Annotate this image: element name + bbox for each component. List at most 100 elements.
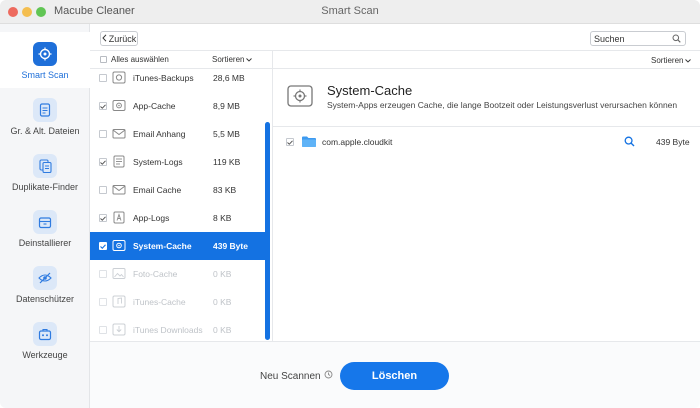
row-size: 0 KB bbox=[213, 325, 232, 335]
row-size: 0 KB bbox=[213, 269, 232, 279]
row-size: 439 Byte bbox=[213, 241, 248, 251]
list-item-system-logs[interactable]: System-Logs 119 KB bbox=[90, 148, 265, 176]
app-log-icon bbox=[112, 211, 126, 224]
mail-icon bbox=[112, 183, 126, 196]
eye-slash-icon bbox=[33, 266, 57, 290]
row-size: 8 KB bbox=[213, 213, 232, 223]
row-size: 8,9 MB bbox=[213, 101, 240, 111]
row-checkbox[interactable] bbox=[99, 270, 107, 278]
detail-description: System-Apps erzeugen Cache, die lange Bo… bbox=[327, 100, 678, 110]
row-checkbox[interactable] bbox=[99, 130, 107, 138]
select-all-label[interactable]: Alles auswählen bbox=[111, 55, 169, 64]
sidebar-item-label: Duplikate-Finder bbox=[11, 182, 79, 192]
row-checkbox[interactable] bbox=[99, 326, 107, 334]
row-size: 28,6 MB bbox=[213, 73, 245, 83]
row-checkbox[interactable] bbox=[99, 242, 107, 250]
search-box[interactable] bbox=[590, 31, 686, 46]
file-row[interactable]: com.apple.cloudkit 439 Byte bbox=[274, 130, 700, 154]
sidebar-item-privacy[interactable]: Datenschützer bbox=[0, 256, 90, 312]
row-size: 119 KB bbox=[213, 157, 241, 167]
row-name: Foto-Cache bbox=[133, 269, 178, 279]
delete-button[interactable]: Löschen bbox=[340, 362, 449, 390]
row-name: iTunes Downloads bbox=[133, 325, 203, 335]
music-icon bbox=[112, 295, 126, 308]
row-checkbox[interactable] bbox=[99, 158, 107, 166]
checkmark-icon bbox=[100, 159, 106, 165]
mail-icon bbox=[112, 127, 126, 140]
row-checkbox[interactable] bbox=[99, 186, 107, 194]
file-size: 439 Byte bbox=[656, 137, 690, 147]
rescan-button[interactable]: Neu Scannen bbox=[260, 370, 333, 382]
select-all-checkbox[interactable] bbox=[100, 56, 107, 63]
search-icon[interactable] bbox=[672, 34, 681, 46]
row-checkbox[interactable] bbox=[99, 102, 107, 110]
search-icon[interactable] bbox=[624, 136, 635, 150]
toolbar-divider bbox=[90, 50, 700, 51]
photo-icon bbox=[112, 267, 126, 280]
sidebar-item-uninstaller[interactable]: Deinstallierer bbox=[0, 200, 90, 256]
toolbox-icon bbox=[33, 322, 57, 346]
chevron-down-icon bbox=[685, 56, 692, 65]
list-item-itunes-backups[interactable]: iTunes-Backups 28,6 MB bbox=[90, 64, 265, 92]
back-button[interactable]: Zurück bbox=[100, 31, 138, 46]
checkmark-icon bbox=[100, 243, 106, 249]
sidebar-item-label: Werkzeuge bbox=[22, 350, 68, 360]
row-name: iTunes-Cache bbox=[133, 297, 186, 307]
sidebar-item-label: Deinstallierer bbox=[18, 238, 72, 248]
sidebar-item-large-old-files[interactable]: Gr. & Alt. Dateien bbox=[0, 88, 90, 144]
sidebar-item-tools[interactable]: Werkzeuge bbox=[0, 312, 90, 368]
detail-divider bbox=[273, 126, 700, 127]
list-item-app-cache[interactable]: App-Cache 8,9 MB bbox=[90, 92, 265, 120]
row-name: Email Cache bbox=[133, 185, 182, 195]
list-item-app-logs[interactable]: App-Logs 8 KB bbox=[90, 204, 265, 232]
list-sort-dropdown[interactable]: Sortieren bbox=[212, 55, 253, 64]
sidebar-item-label: Datenschützer bbox=[15, 294, 75, 304]
app-window: Macube Cleaner Smart Scan Smart Scan Gr.… bbox=[0, 0, 700, 408]
refresh-icon bbox=[324, 370, 333, 382]
target-icon bbox=[33, 42, 57, 66]
list-item-itunes-downloads[interactable]: iTunes Downloads 0 KB bbox=[90, 316, 265, 344]
title-bar: Macube Cleaner Smart Scan bbox=[0, 0, 700, 24]
row-name: Email Anhang bbox=[133, 129, 186, 139]
document-icon bbox=[33, 98, 57, 122]
row-size: 0 KB bbox=[213, 297, 232, 307]
row-checkbox[interactable] bbox=[99, 214, 107, 222]
system-cache-icon bbox=[112, 239, 126, 252]
sidebar-item-smart-scan[interactable]: Smart Scan bbox=[0, 32, 90, 88]
chevron-left-icon bbox=[102, 33, 107, 44]
row-checkbox[interactable] bbox=[99, 74, 107, 82]
row-checkbox[interactable] bbox=[99, 298, 107, 306]
list-item-photo-cache[interactable]: Foto-Cache 0 KB bbox=[90, 260, 265, 288]
detail-sort-label: Sortieren bbox=[651, 56, 684, 65]
row-name: System-Logs bbox=[133, 157, 183, 167]
detail-title: System-Cache bbox=[327, 83, 413, 98]
sidebar-item-duplicate-finder[interactable]: Duplikate-Finder bbox=[0, 144, 90, 200]
download-icon bbox=[112, 323, 126, 336]
list-item-email-attachment[interactable]: Email Anhang 5,5 MB bbox=[90, 120, 265, 148]
system-cache-icon bbox=[287, 84, 313, 108]
detail-sort-dropdown[interactable]: Sortieren bbox=[651, 56, 692, 65]
list-scrollbar[interactable] bbox=[265, 122, 270, 340]
list-item-itunes-cache[interactable]: iTunes-Cache 0 KB bbox=[90, 288, 265, 316]
box-icon bbox=[33, 210, 57, 234]
list-sort-label: Sortieren bbox=[212, 55, 245, 64]
file-checkbox[interactable] bbox=[286, 138, 294, 146]
row-name: App-Logs bbox=[133, 213, 170, 223]
backup-icon bbox=[112, 71, 126, 84]
window-title: Smart Scan bbox=[321, 5, 379, 17]
list-item-email-cache[interactable]: Email Cache 83 KB bbox=[90, 176, 265, 204]
sidebar-item-label: Gr. & Alt. Dateien bbox=[10, 126, 80, 136]
checkmark-icon bbox=[287, 139, 293, 145]
chevron-down-icon bbox=[246, 55, 253, 64]
list-item-system-cache[interactable]: System-Cache 439 Byte bbox=[90, 232, 265, 260]
checkmark-icon bbox=[100, 215, 106, 221]
row-name: System-Cache bbox=[133, 241, 192, 251]
row-name: App-Cache bbox=[133, 101, 176, 111]
sidebar: Smart Scan Gr. & Alt. Dateien Duplikate-… bbox=[0, 24, 90, 408]
detail-header-divider bbox=[273, 68, 700, 69]
back-button-label: Zurück bbox=[108, 33, 137, 44]
rescan-label: Neu Scannen bbox=[260, 370, 321, 382]
checkmark-icon bbox=[100, 103, 106, 109]
folder-icon bbox=[301, 135, 317, 151]
search-input[interactable] bbox=[594, 33, 670, 44]
